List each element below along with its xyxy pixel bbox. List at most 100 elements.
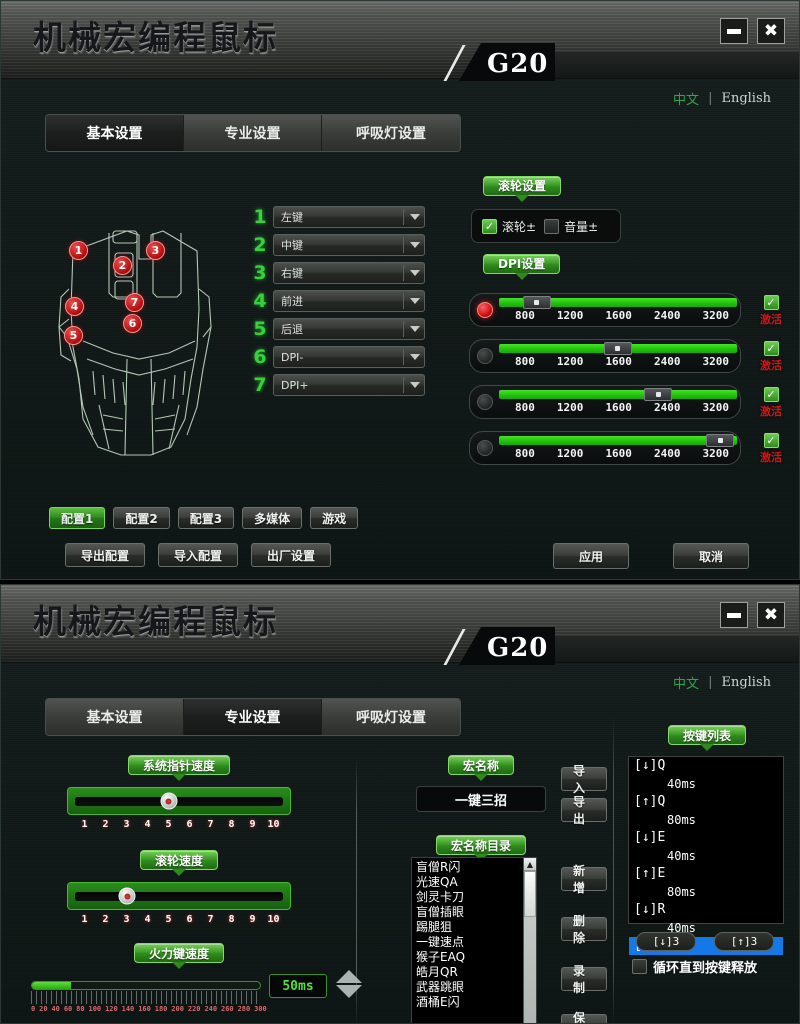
dpi-row-2[interactable]: 800 1200 1600 2400 3200 xyxy=(469,339,741,373)
language-chinese-2[interactable]: 中文 xyxy=(673,673,699,692)
import-button[interactable]: 导入 xyxy=(561,764,607,795)
wheel-option-checkbox[interactable]: ✓ xyxy=(482,218,497,234)
wheel-option-checkbox[interactable]: ✓ xyxy=(544,218,560,234)
key-list-box[interactable]: [↓]Q 40ms [↑]Q 80ms [↓]E 40ms [↑]E 80ms [↓]R 40ms… xyxy=(628,756,784,955)
dpi-activate-checkbox[interactable]: ✓ xyxy=(763,387,779,402)
macro-list-item[interactable]: 踢腿狙 xyxy=(412,920,536,935)
macro-list-item[interactable]: 酒桶E闪 xyxy=(412,995,536,1010)
config-io-button-3[interactable]: 出厂设置 xyxy=(251,543,332,567)
scrollbar-thumb[interactable] xyxy=(524,871,536,917)
profile-button-5[interactable]: 游戏 xyxy=(310,507,359,529)
dpi-led-indicator[interactable] xyxy=(477,302,493,318)
dpi-activate-1[interactable]: ✓ 激活 xyxy=(749,295,793,327)
mouse-marker-6[interactable]: 6 xyxy=(123,314,142,333)
loop-option-row[interactable]: ✓ 循环直到按键释放 xyxy=(632,957,757,976)
button-mapping-select-1[interactable]: 左键 xyxy=(273,206,425,228)
scroll-up-icon[interactable]: ▲ xyxy=(524,858,536,871)
dpi-activate-checkbox[interactable]: ✓ xyxy=(763,341,779,356)
dpi-row-3[interactable]: 800 1200 1600 2400 3200 xyxy=(469,385,741,419)
key-list-entry[interactable]: 40ms xyxy=(629,775,783,793)
mouse-marker-2[interactable]: 2 xyxy=(113,256,132,275)
dpi-activate-checkbox[interactable]: ✓ xyxy=(763,295,779,310)
fire-speed-value[interactable]: 50ms xyxy=(269,974,327,998)
button-mapping-select-7[interactable]: DPI+ xyxy=(273,374,425,396)
macro-list-item[interactable]: 一键速点 xyxy=(412,935,536,950)
mouse-marker-7[interactable]: 7 xyxy=(125,293,144,312)
button-mapping-select-2[interactable]: 中键 xyxy=(273,234,425,256)
profile-button-2[interactable]: 配置2 xyxy=(113,507,170,529)
dpi-activate-2[interactable]: ✓ 激活 xyxy=(749,341,793,373)
config-io-button-2[interactable]: 导入配置 xyxy=(158,543,239,567)
dpi-led-indicator[interactable] xyxy=(477,394,493,410)
macro-list-scrollbar[interactable]: ▲ xyxy=(523,858,536,1023)
mouse-marker-3[interactable]: 3 xyxy=(146,241,165,260)
macro-name-value[interactable]: 一键三招 xyxy=(416,786,546,812)
macro-list-item[interactable]: 猴子EAQ xyxy=(412,950,536,965)
spinner-up-icon[interactable] xyxy=(336,970,362,983)
profile-button-4[interactable]: 多媒体 xyxy=(242,507,303,529)
language-chinese[interactable]: 中文 xyxy=(673,89,699,108)
button-mapping-select-5[interactable]: 后退 xyxy=(273,318,425,340)
wheel-speed-slider[interactable] xyxy=(67,882,291,910)
dpi-slider-bar[interactable] xyxy=(499,296,737,309)
key-list-entry[interactable]: [↓]R xyxy=(629,901,783,919)
dpi-slider-knob[interactable] xyxy=(706,434,735,447)
macro-list-item[interactable]: 武器跳眼 xyxy=(412,980,536,995)
key-list-entry[interactable]: [↑]E xyxy=(629,865,783,883)
tab-3[interactable]: 呼吸灯设置 xyxy=(322,115,460,151)
macro-list-item[interactable]: 光速QA xyxy=(412,875,536,890)
wheel-speed-knob[interactable] xyxy=(118,887,136,905)
close-button-2[interactable]: ✖ xyxy=(757,602,785,628)
record-button[interactable]: 录制 xyxy=(561,964,607,995)
key-list-entry[interactable]: 80ms xyxy=(629,811,783,829)
mouse-marker-4[interactable]: 4 xyxy=(65,297,84,316)
key-list-entry[interactable]: 80ms xyxy=(629,883,783,901)
key-list-entry[interactable]: [↓]E xyxy=(629,829,783,847)
dpi-slider-bar[interactable] xyxy=(499,388,737,401)
dpi-slider-bar[interactable] xyxy=(499,342,737,355)
dpi-row-1[interactable]: 800 1200 1600 2400 3200 xyxy=(469,293,741,327)
language-english[interactable]: English xyxy=(721,91,771,106)
profile-button-1[interactable]: 配置1 xyxy=(49,507,106,529)
dpi-activate-4[interactable]: ✓ 激活 xyxy=(749,433,793,465)
pointer-speed-slider[interactable] xyxy=(67,787,291,815)
wheel-option-2[interactable]: ✓ 音量± xyxy=(544,218,598,235)
config-io-button-1[interactable]: 导出配置 xyxy=(65,543,146,567)
tab-1[interactable]: 基本设置 xyxy=(46,115,184,151)
language-english-2[interactable]: English xyxy=(721,675,771,690)
tab-2[interactable]: 专业设置 xyxy=(184,115,322,151)
dpi-slider-knob[interactable] xyxy=(644,388,673,401)
apply-button[interactable]: 应用 xyxy=(553,543,629,569)
macro-list-item[interactable]: 盲僧R闪 xyxy=(412,860,536,875)
delete-button[interactable]: 删除 xyxy=(561,914,607,945)
button-mapping-select-3[interactable]: 右键 xyxy=(273,262,425,284)
dpi-row-4[interactable]: 800 1200 1600 2400 3200 xyxy=(469,431,741,465)
export-button[interactable]: 导出 xyxy=(561,795,607,826)
dpi-slider-knob[interactable] xyxy=(522,296,551,309)
key-list-entry[interactable]: 40ms xyxy=(629,847,783,865)
tab-3[interactable]: 呼吸灯设置 xyxy=(322,699,460,735)
tab-1[interactable]: 基本设置 xyxy=(46,699,184,735)
minimize-button-2[interactable] xyxy=(720,602,748,628)
macro-list-box[interactable]: 盲僧R闪 光速QA 剑灵卡刀 盲僧插眼 踢腿狙 一键速点 猴子EAQ 皓月QR 武器跳眼 酒桶E闪… xyxy=(411,857,537,1023)
macro-list-item[interactable]: 皓月QR xyxy=(412,965,536,980)
pointer-speed-knob[interactable] xyxy=(160,792,178,810)
dpi-activate-checkbox[interactable]: ✓ xyxy=(763,433,779,448)
mouse-marker-5[interactable]: 5 xyxy=(64,326,83,345)
dpi-led-indicator[interactable] xyxy=(477,440,493,456)
mouse-marker-1[interactable]: 1 xyxy=(69,241,88,260)
tab-2[interactable]: 专业设置 xyxy=(184,699,322,735)
save-button[interactable]: 保存 xyxy=(561,1011,607,1023)
macro-list-item[interactable]: 剑灵卡刀 xyxy=(412,890,536,905)
dpi-led-indicator[interactable] xyxy=(477,348,493,364)
button-mapping-select-6[interactable]: DPI- xyxy=(273,346,425,368)
close-button[interactable]: ✖ xyxy=(757,18,785,44)
macro-list-item[interactable]: 盲僧插眼 xyxy=(412,905,536,920)
add-button[interactable]: 新增 xyxy=(561,864,607,895)
dpi-slider-knob[interactable] xyxy=(603,342,632,355)
wheel-option-1[interactable]: ✓ 滚轮± xyxy=(482,218,536,235)
button-mapping-select-4[interactable]: 前进 xyxy=(273,290,425,312)
loop-checkbox[interactable]: ✓ xyxy=(632,959,647,974)
minimize-button[interactable] xyxy=(720,18,748,44)
profile-button-3[interactable]: 配置3 xyxy=(177,507,235,529)
